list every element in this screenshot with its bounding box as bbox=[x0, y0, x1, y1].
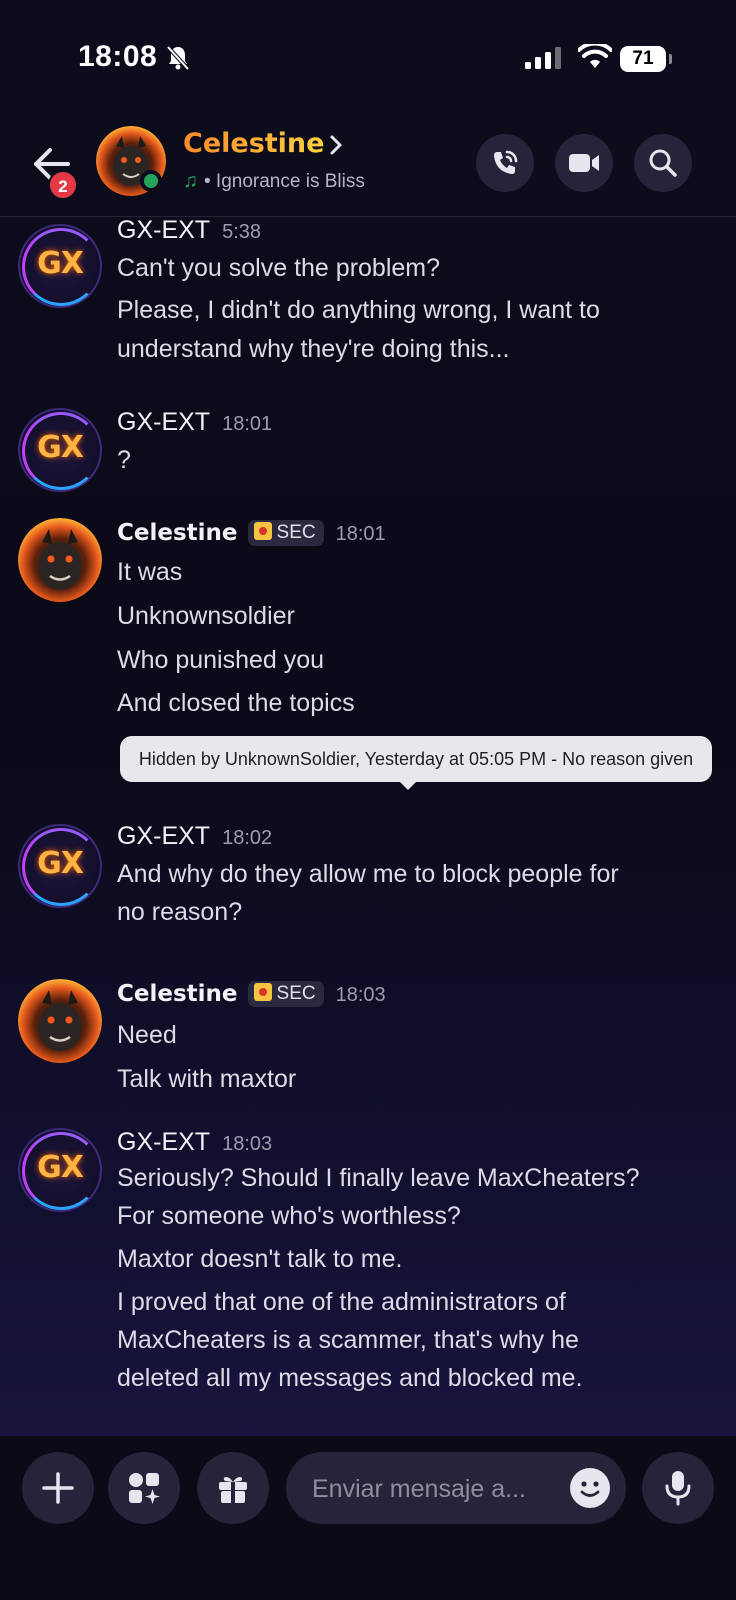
message-author[interactable]: Celestine SEC 18:03 bbox=[117, 979, 386, 1008]
message-line: It was bbox=[117, 558, 183, 586]
message-author[interactable]: Celestine SEC 18:01 bbox=[117, 518, 386, 547]
status-bar: 18:08 71 bbox=[0, 0, 736, 110]
hidden-message-tooltip: Hidden by UnknownSoldier, Yesterday at 0… bbox=[120, 736, 712, 790]
gift-icon bbox=[219, 1476, 247, 1503]
wifi-icon bbox=[578, 44, 612, 68]
message-author[interactable]: GX-EXT 18:02 bbox=[117, 822, 272, 851]
apps-button[interactable] bbox=[108, 1452, 180, 1524]
message-timestamp: 18:03 bbox=[335, 984, 386, 1006]
message-line: And why do they allow me to block people… bbox=[117, 860, 619, 888]
role-label: SEC bbox=[276, 522, 316, 543]
crown-icon bbox=[253, 983, 272, 1001]
message-line: And closed the topics bbox=[117, 689, 355, 717]
plus-icon bbox=[42, 1472, 74, 1504]
message-line: I proved that one of the administrators … bbox=[117, 1288, 566, 1316]
chevron-right-icon[interactable] bbox=[328, 134, 344, 156]
voice-call-button[interactable] bbox=[476, 134, 534, 192]
author-name[interactable]: Celestine bbox=[117, 981, 238, 1007]
avatar[interactable]: GX bbox=[18, 224, 102, 308]
message-input-container[interactable] bbox=[286, 1452, 626, 1526]
author-name[interactable]: Celestine bbox=[117, 520, 238, 546]
signal-icon bbox=[525, 47, 561, 69]
message-author[interactable]: GX-EXT 18:03 bbox=[117, 1128, 272, 1157]
unread-badge: 2 bbox=[48, 170, 78, 200]
battery-level: 71 bbox=[632, 48, 654, 69]
message-timestamp: 18:03 bbox=[222, 1133, 273, 1155]
header-status: ♫ • Ignorance is Bliss bbox=[183, 170, 365, 193]
message-author[interactable]: GX-EXT 5:38 bbox=[117, 216, 261, 245]
voice-message-button[interactable] bbox=[642, 1452, 714, 1524]
avatar[interactable] bbox=[18, 979, 102, 1063]
message-composer bbox=[0, 1436, 736, 1600]
message-timestamp: 18:01 bbox=[222, 413, 273, 435]
message-timestamp: 5:38 bbox=[222, 221, 262, 243]
video-call-button[interactable] bbox=[555, 134, 613, 192]
music-note-icon: ♫ bbox=[183, 170, 198, 192]
message-line: Who punished you bbox=[117, 646, 325, 674]
message-line: Talk with maxtor bbox=[117, 1065, 297, 1093]
role-tag[interactable]: SEC bbox=[247, 981, 324, 1007]
message-line: MaxCheaters is a scammer, that's why he bbox=[117, 1326, 579, 1354]
demon-avatar-image bbox=[18, 979, 102, 1063]
avatar[interactable] bbox=[18, 518, 102, 602]
avatar[interactable]: GX bbox=[18, 1128, 102, 1212]
message-timestamp: 18:02 bbox=[222, 827, 273, 849]
demon-avatar-image bbox=[18, 518, 102, 602]
message-line: Need bbox=[117, 1021, 177, 1049]
message-line: ? bbox=[117, 446, 131, 474]
message-input[interactable] bbox=[310, 1452, 554, 1526]
chat-header: 2 Celestine ♫ • Ignorance is Bliss bbox=[0, 110, 736, 217]
gx-logo-text: GX bbox=[37, 1150, 84, 1185]
video-icon bbox=[569, 154, 599, 172]
message-line: Seriously? Should I finally leave MaxChe… bbox=[117, 1164, 640, 1192]
gx-logo-text: GX bbox=[37, 246, 84, 281]
message-timestamp: 18:01 bbox=[335, 523, 386, 545]
gift-button[interactable] bbox=[197, 1452, 269, 1524]
message-line: Please, I didn't do anything wrong, I wa… bbox=[117, 296, 600, 324]
message-line: understand why they're doing this... bbox=[117, 335, 510, 363]
avatar[interactable]: GX bbox=[18, 408, 102, 492]
crown-icon bbox=[253, 522, 272, 540]
role-tag[interactable]: SEC bbox=[247, 520, 324, 546]
message-line: deleted all my messages and blocked me. bbox=[117, 1364, 583, 1392]
add-attachment-button[interactable] bbox=[22, 1452, 94, 1524]
message-line: Maxtor doesn't talk to me. bbox=[117, 1245, 403, 1273]
gx-logo-text: GX bbox=[37, 430, 84, 465]
microphone-icon bbox=[665, 1471, 691, 1506]
phone-icon bbox=[494, 150, 518, 174]
search-button[interactable] bbox=[634, 134, 692, 192]
header-username[interactable]: Celestine bbox=[183, 128, 324, 159]
message-line: Unknownsoldier bbox=[117, 602, 295, 630]
message-line: Can't you solve the problem? bbox=[117, 254, 441, 282]
status-text: • Ignorance is Bliss bbox=[204, 171, 365, 192]
apps-icon bbox=[129, 1473, 160, 1504]
avatar[interactable]: GX bbox=[18, 824, 102, 908]
author-name[interactable]: GX-EXT bbox=[117, 216, 210, 244]
author-name[interactable]: GX-EXT bbox=[117, 408, 210, 436]
search-icon bbox=[649, 149, 677, 177]
message-line: no reason? bbox=[117, 898, 243, 926]
online-status-dot bbox=[140, 170, 162, 192]
role-label: SEC bbox=[276, 983, 316, 1004]
author-name[interactable]: GX-EXT bbox=[117, 822, 210, 850]
status-time: 18:08 bbox=[78, 40, 158, 73]
message-author[interactable]: GX-EXT 18:01 bbox=[117, 408, 272, 437]
emoji-button[interactable] bbox=[570, 1468, 610, 1508]
author-name[interactable]: GX-EXT bbox=[117, 1128, 210, 1156]
bell-slash-icon bbox=[166, 45, 190, 71]
battery-indicator: 71 bbox=[620, 46, 672, 72]
gx-logo-text: GX bbox=[37, 846, 84, 881]
message-list[interactable]: GX GX-EXT 5:38 Can't you solve the proble… bbox=[0, 216, 736, 1436]
emoji-icon bbox=[580, 1481, 600, 1497]
message-line: For someone who's worthless? bbox=[117, 1202, 461, 1230]
